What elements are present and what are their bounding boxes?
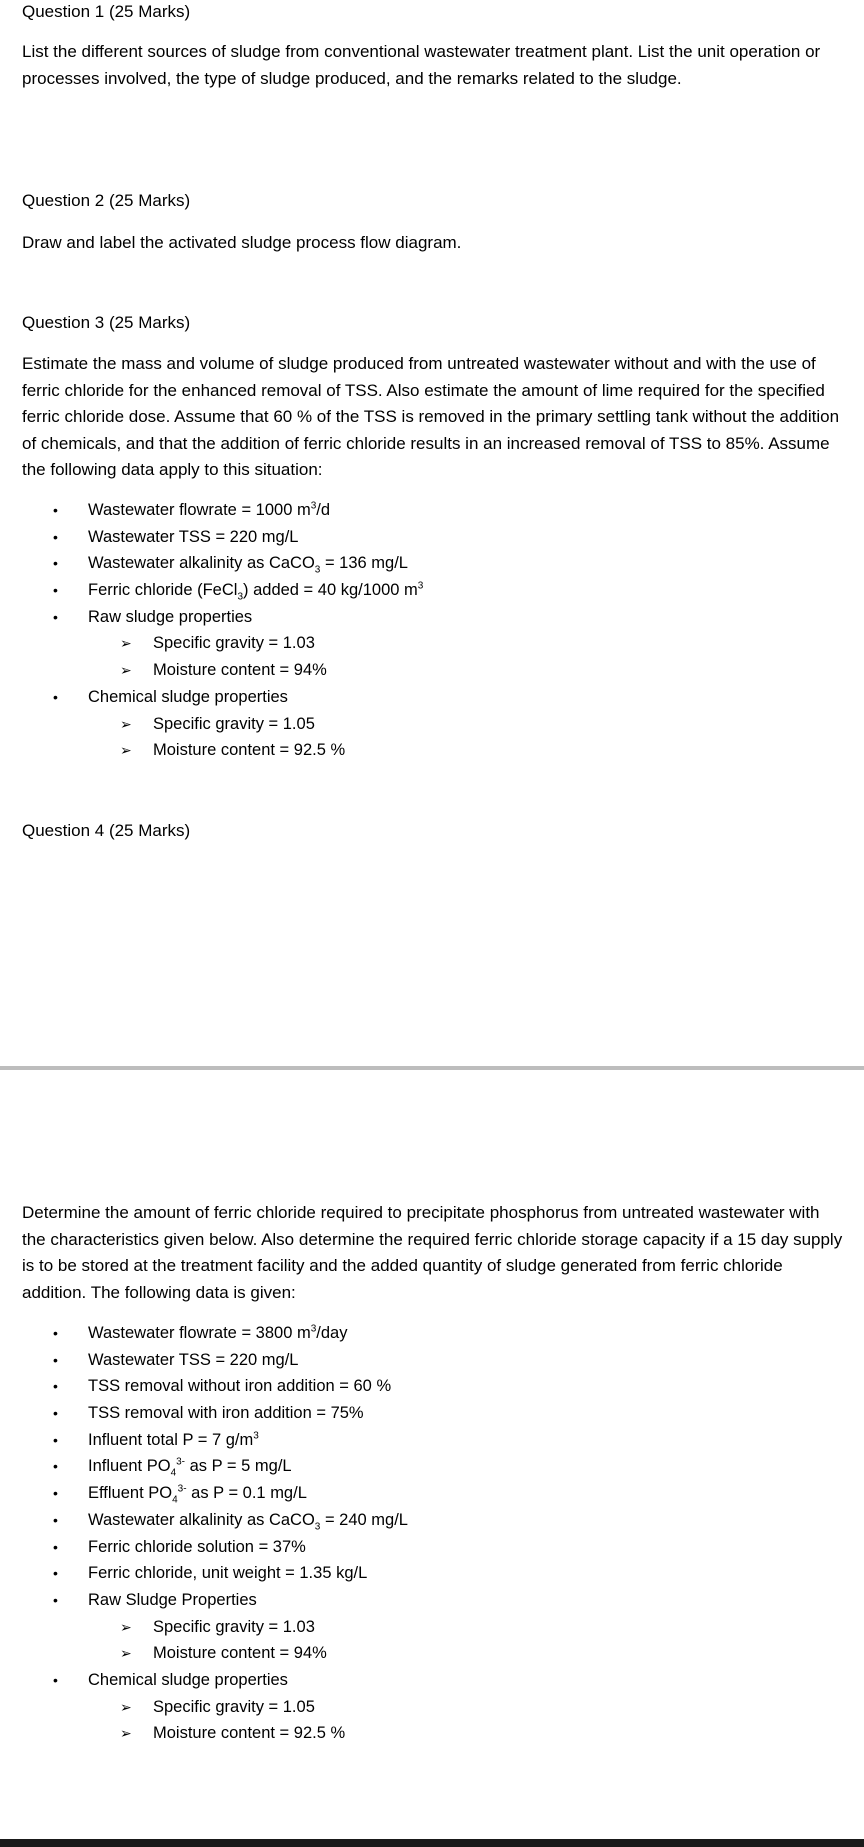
arrow-bullet-icon: ➢ <box>120 1698 132 1715</box>
list-item-text: TSS removal without iron addition = 60 % <box>88 1377 392 1396</box>
list-item: • Influent PO43- as P = 5 mg/L <box>0 1453 408 1480</box>
list-item-text: Specific gravity = 1.03 <box>153 634 315 653</box>
list-item: ➢ Moisture content = 94% <box>0 1640 408 1667</box>
list-item: ➢ Moisture content = 92.5 % <box>0 737 423 764</box>
list-item: • Ferric chloride, unit weight = 1.35 kg/… <box>0 1560 408 1587</box>
list-item-text: Moisture content = 92.5 % <box>153 741 346 760</box>
list-item-text: Wastewater alkalinity as CaCO3 = 240 mg/… <box>88 1510 408 1533</box>
arrow-bullet-icon: ➢ <box>120 662 132 679</box>
bullet-icon: • <box>53 1485 58 1502</box>
list-item: • Wastewater TSS = 220 mg/L <box>0 524 423 551</box>
list-item: • Ferric chloride (FeCl3) added = 40 kg/1… <box>0 577 423 604</box>
bullet-icon: • <box>53 1511 58 1528</box>
list-item-text: Chemical sludge properties <box>88 1670 288 1689</box>
bullet-icon: • <box>53 1458 58 1475</box>
arrow-bullet-icon: ➢ <box>120 715 132 732</box>
question-4-text: Determine the amount of ferric chloride … <box>22 1203 843 1302</box>
list-item: ➢ Specific gravity = 1.03 <box>0 630 423 657</box>
list-item-text: Moisture content = 94% <box>153 661 327 680</box>
question-4-data-list: • Wastewater flowrate = 3800 m3/day • Waste… <box>0 1320 408 1747</box>
bullet-icon: • <box>53 1405 58 1422</box>
question-3-data-list: • Wastewater flowrate = 1000 m3/d • Wastewa… <box>0 497 423 764</box>
list-item-text: Effluent PO43- as P = 0.1 mg/L <box>88 1483 307 1506</box>
list-item-text: Specific gravity = 1.05 <box>153 714 315 733</box>
arrow-bullet-icon: ➢ <box>120 742 132 759</box>
list-item-text: Wastewater flowrate = 3800 m3/day <box>88 1323 348 1342</box>
list-item: • Chemical sludge properties <box>0 1667 408 1694</box>
question-3-text: Estimate the mass and volume of sludge p… <box>22 354 840 479</box>
list-item: ➢ Specific gravity = 1.05 <box>0 1694 408 1721</box>
list-item: • Wastewater alkalinity as CaCO3 = 136 mg… <box>0 550 423 577</box>
list-item: • Wastewater flowrate = 3800 m3/day <box>0 1320 408 1347</box>
list-item-text: Ferric chloride (FeCl3) added = 40 kg/10… <box>88 580 424 603</box>
list-item-text: Chemical sludge properties <box>88 687 288 706</box>
list-item-text: Influent total P = 7 g/m3 <box>88 1430 259 1449</box>
bullet-icon: • <box>53 1671 58 1688</box>
list-item: • Wastewater alkalinity as CaCO3 = 240 mg… <box>0 1507 408 1534</box>
list-item: • Effluent PO43- as P = 0.1 mg/L <box>0 1480 408 1507</box>
list-item: • Ferric chloride solution = 37% <box>0 1534 408 1561</box>
list-item-text: Ferric chloride solution = 37% <box>88 1537 306 1556</box>
list-item-text: Moisture content = 92.5 % <box>153 1724 346 1743</box>
bullet-icon: • <box>53 528 58 545</box>
bullet-icon: • <box>53 608 58 625</box>
question-2-text: Draw and label the activated sludge proc… <box>22 233 462 252</box>
question-2-heading: Question 2 (25 Marks) <box>22 191 191 210</box>
bullet-icon: • <box>53 1325 58 1341</box>
list-item-text: Raw Sludge Properties <box>88 1590 257 1609</box>
list-item: • Wastewater flowrate = 1000 m3/d <box>0 497 423 524</box>
list-item-text: Wastewater TSS = 220 mg/L <box>88 1350 299 1369</box>
arrow-bullet-icon: ➢ <box>120 1725 132 1742</box>
question-3-heading: Question 3 (25 Marks) <box>22 313 191 332</box>
bullet-icon: • <box>53 502 58 518</box>
list-item: • Wastewater TSS = 220 mg/L <box>0 1347 408 1374</box>
question-4-heading: Question 4 (25 Marks) <box>22 821 191 840</box>
list-item: • Raw Sludge Properties <box>0 1587 408 1614</box>
list-item: • TSS removal with iron addition = 75% <box>0 1400 408 1427</box>
bullet-icon: • <box>53 1378 58 1395</box>
bullet-icon: • <box>53 582 58 599</box>
list-item: • Raw sludge properties <box>0 604 423 631</box>
bullet-icon: • <box>53 1591 58 1608</box>
arrow-bullet-icon: ➢ <box>120 1618 132 1635</box>
list-item-text: Influent PO43- as P = 5 mg/L <box>88 1456 292 1479</box>
list-item-text: Wastewater flowrate = 1000 m3/d <box>88 500 331 519</box>
list-item: • TSS removal without iron addition = 60 … <box>0 1373 408 1400</box>
arrow-bullet-icon: ➢ <box>120 635 132 652</box>
list-item-text: Specific gravity = 1.03 <box>153 1617 315 1636</box>
bullet-icon: • <box>53 555 58 572</box>
list-item: • Chemical sludge properties <box>0 684 423 711</box>
list-item: ➢ Specific gravity = 1.05 <box>0 711 423 738</box>
list-item: ➢ Moisture content = 94% <box>0 657 423 684</box>
list-item-text: Ferric chloride, unit weight = 1.35 kg/L <box>88 1564 368 1583</box>
list-item-text: Moisture content = 94% <box>153 1644 327 1663</box>
bullet-icon: • <box>53 1538 58 1555</box>
question-1-heading: Question 1 (25 Marks) <box>22 2 191 21</box>
page-bottom-edge <box>0 1839 864 1847</box>
bullet-icon: • <box>53 688 58 705</box>
list-item-text: Raw sludge properties <box>88 607 253 626</box>
bullet-icon: • <box>53 1351 58 1368</box>
list-item-text: Wastewater TSS = 220 mg/L <box>88 527 299 546</box>
page-divider <box>0 1066 864 1070</box>
bullet-icon: • <box>53 1431 58 1448</box>
list-item: • Influent total P = 7 g/m3 <box>0 1427 408 1454</box>
question-1-text: List the different sources of sludge fro… <box>22 42 821 88</box>
list-item-text: Wastewater alkalinity as CaCO3 = 136 mg/… <box>88 554 408 576</box>
list-item-text: Specific gravity = 1.05 <box>153 1697 315 1716</box>
list-item-text: TSS removal with iron addition = 75% <box>88 1404 364 1423</box>
list-item: ➢ Moisture content = 92.5 % <box>0 1720 408 1747</box>
arrow-bullet-icon: ➢ <box>120 1645 132 1662</box>
bullet-icon: • <box>53 1565 58 1582</box>
list-item: ➢ Specific gravity = 1.03 <box>0 1614 408 1641</box>
